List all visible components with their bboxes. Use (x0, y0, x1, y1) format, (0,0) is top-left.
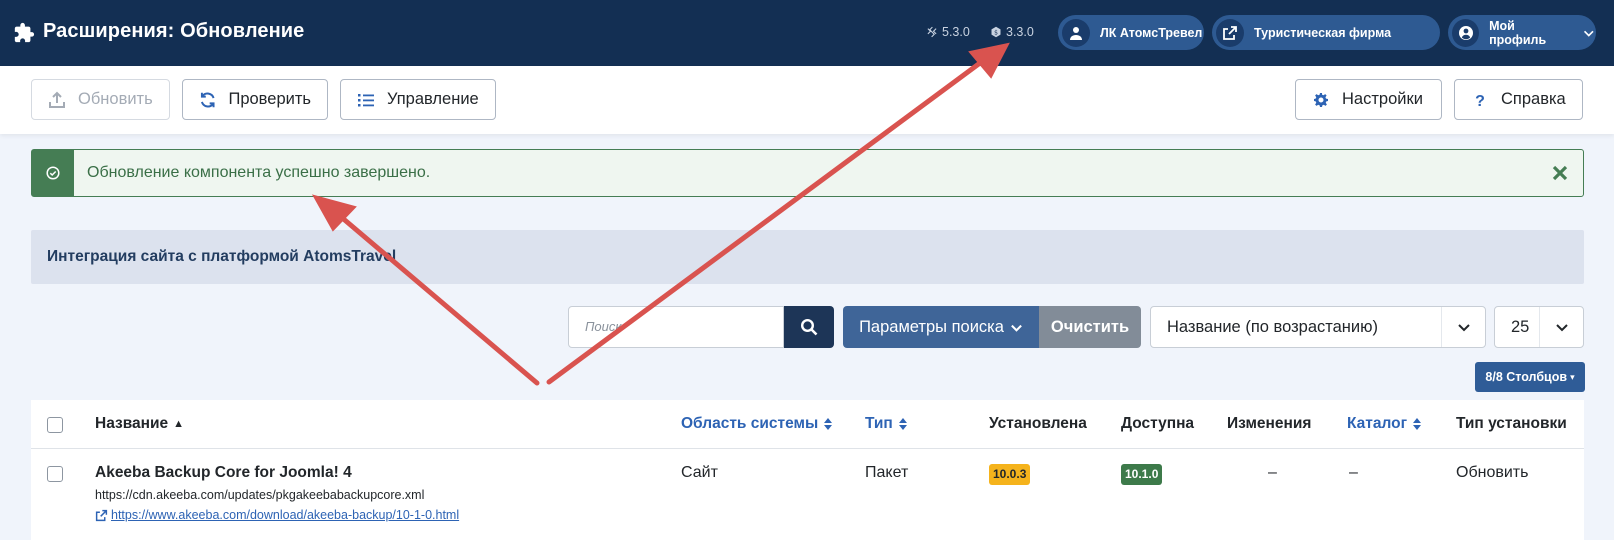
column-install-type: Тип установки (1456, 415, 1567, 432)
catalog-value: – (1349, 464, 1358, 481)
columns-button[interactable]: 8/8 Столбцов ▾ (1475, 362, 1585, 392)
question-icon: ? (1475, 93, 1485, 109)
extensions-table: Название ▲ Область системы Тип Установле… (31, 400, 1584, 540)
list-icon (358, 93, 374, 106)
alert-message: Обновление компонента успешно завершено. (87, 164, 431, 181)
select-all-checkbox[interactable] (47, 417, 63, 433)
extension-area: Сайт (681, 464, 718, 481)
search-options-button[interactable]: Параметры поиска (843, 306, 1039, 348)
check-circle-icon (46, 166, 60, 180)
component-version: $ 3.3.0 (990, 25, 1034, 39)
update-url: https://cdn.akeeba.com/updates/pkgakeeba… (95, 488, 425, 502)
chevron-down-icon (1584, 30, 1595, 37)
sort-select[interactable]: Название (по возрастанию) (1150, 306, 1486, 348)
user-icon (1070, 26, 1082, 40)
caret-down-icon: ▾ (1570, 371, 1575, 382)
sort-asc-icon: ▲ (173, 418, 185, 430)
column-catalog[interactable]: Каталог (1347, 415, 1422, 433)
external-link-icon (1223, 25, 1237, 40)
install-type-value: Обновить (1456, 464, 1529, 481)
chevron-down-icon (1555, 324, 1568, 332)
column-type[interactable]: Тип (865, 415, 908, 433)
toolbar: Обновить Проверить Управление Настройки … (0, 66, 1614, 134)
search-icon (800, 318, 818, 336)
help-button[interactable]: ? Справка (1454, 79, 1583, 120)
user-circle-icon (1458, 25, 1473, 40)
puzzle-icon (14, 22, 35, 43)
arrow-head-alert (311, 194, 357, 232)
row-checkbox[interactable] (47, 466, 63, 482)
my-profile-button[interactable]: Мой профиль (1448, 15, 1596, 50)
column-changes: Изменения (1227, 415, 1312, 432)
joomla-icon (927, 26, 937, 38)
svg-text:?: ? (1475, 93, 1485, 109)
component-icon: $ (991, 26, 1001, 38)
column-available: Доступна (1121, 415, 1195, 432)
clear-button[interactable]: Очистить (1039, 306, 1141, 348)
tour-firm-button[interactable]: Туристическая фирма (1212, 15, 1440, 50)
chevron-down-icon (1011, 324, 1022, 332)
changes-value: – (1268, 464, 1277, 481)
top-header: Расширения: Обновление 5.3.0 $ 3.3.0 ЛК … (0, 0, 1614, 66)
joomla-version: 5.3.0 (926, 25, 970, 39)
chevron-down-icon (1457, 324, 1470, 332)
sort-icon (824, 418, 833, 430)
success-alert: Обновление компонента успешно завершено. (31, 149, 1584, 197)
column-name[interactable]: Название ▲ (95, 415, 184, 433)
table-header: Название ▲ Область системы Тип Установле… (31, 400, 1584, 449)
info-panel: Интеграция сайта с платформой AtomsTrave… (31, 230, 1584, 284)
svg-text:$: $ (994, 30, 998, 37)
column-area[interactable]: Область системы (681, 415, 833, 433)
update-button[interactable]: Обновить (31, 79, 170, 120)
upload-icon (49, 91, 65, 108)
sort-icon (1413, 418, 1422, 430)
page-title: Расширения: Обновление (43, 20, 305, 42)
installed-version-badge: 10.0.3 (989, 464, 1031, 485)
column-installed: Установлена (989, 415, 1087, 432)
extension-type: Пакет (865, 464, 909, 481)
close-icon[interactable] (1549, 162, 1571, 184)
check-button[interactable]: Проверить (182, 79, 328, 120)
sort-icon (898, 418, 907, 430)
gear-icon (1314, 92, 1328, 107)
search-button[interactable] (784, 306, 834, 348)
info-text: Интеграция сайта с платформой AtomsTrave… (47, 248, 397, 265)
settings-button[interactable]: Настройки (1295, 79, 1442, 120)
atomstravel-account-button[interactable]: ЛК АтомсТревел (1058, 15, 1204, 50)
limit-select[interactable]: 25 (1494, 306, 1584, 348)
refresh-icon (200, 92, 215, 107)
search-input[interactable]: Поиск (568, 306, 784, 348)
extension-name: Akeeba Backup Core for Joomla! 4 (95, 464, 352, 481)
download-link[interactable]: https://www.akeeba.com/download/akeeba-b… (95, 508, 459, 522)
available-version-badge: 10.1.0 (1121, 464, 1163, 485)
external-link-icon (95, 509, 108, 521)
manage-button[interactable]: Управление (340, 79, 496, 120)
